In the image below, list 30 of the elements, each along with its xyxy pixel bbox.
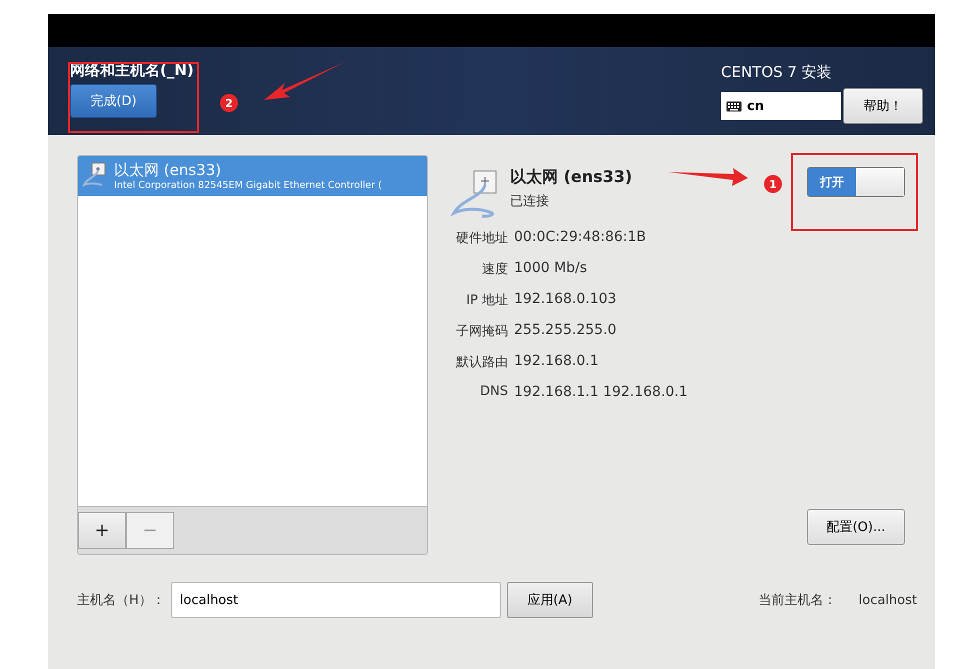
detail-value: 1000 Mb/s (514, 260, 588, 278)
detail-value: 192.168.1.1 192.168.0.1 (514, 384, 688, 400)
connection-name: 以太网 (ens33) (114, 161, 222, 180)
detail-label: IP 地址 (465, 292, 508, 309)
add-button[interactable]: + (78, 512, 126, 549)
detail-value: 00:0C:29:48:86:1B (514, 229, 648, 247)
keyboard-icon (726, 100, 742, 112)
current-hostname-value: localhost (858, 592, 917, 608)
device-name: 以太网 (ens33) (510, 167, 632, 188)
detail-label: DNS (479, 384, 508, 400)
keyboard-layout-field[interactable]: cn (721, 92, 841, 120)
detail-value: 192.168.0.103 (514, 291, 618, 309)
connection-description: Intel Corporation 82545EM Gigabit Ethernet Controller ( (114, 180, 382, 191)
hostname-label: 主机名（H）： (77, 592, 165, 609)
current-hostname-label: 当前主机名： (758, 592, 837, 609)
done-button[interactable]: 完成(D) (70, 84, 157, 118)
detail-label: 默认路由 (455, 354, 508, 371)
help-button[interactable]: 帮助！ (843, 88, 923, 124)
configure-button[interactable]: 配置(O)... (807, 509, 905, 545)
detail-label: 子网掩码 (455, 323, 508, 340)
detail-value: 192.168.0.1 (514, 353, 600, 371)
hostname-field[interactable]: localhost (170, 582, 501, 618)
detail-value: 255.255.255.0 (514, 322, 618, 340)
product-title: CENTOS 7 安装 (721, 63, 832, 82)
connection-status: 已连接 (510, 193, 550, 210)
detail-label: 速度 (481, 261, 508, 278)
ethernet-cable-icon (82, 161, 108, 189)
power-switch[interactable]: 打开 (807, 167, 905, 197)
apply-button[interactable]: 应用(A) (506, 582, 593, 618)
detail-label: 硬件地址 (455, 230, 508, 247)
